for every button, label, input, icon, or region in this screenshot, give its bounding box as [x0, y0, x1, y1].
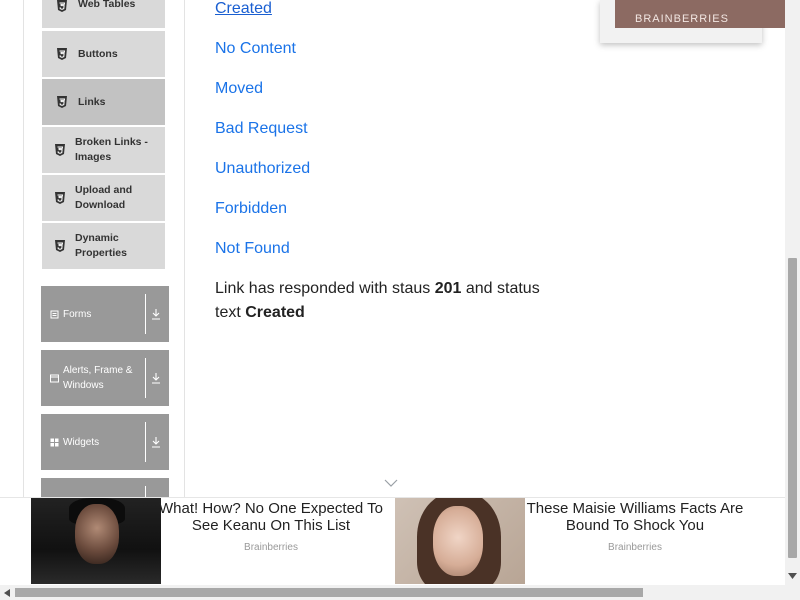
group-label: Alerts, Frame & Windows — [63, 365, 133, 391]
horizontal-scrollbar-thumb[interactable] — [15, 588, 643, 597]
sidebar-item-upload-download[interactable]: Upload and Download — [41, 174, 166, 222]
sidebar-item-label: Web Tables — [78, 0, 136, 10]
response-status-text: Created — [245, 304, 305, 321]
link-no-content[interactable]: No Content — [215, 40, 296, 58]
sidebar-item-label: Dynamic Properties — [75, 232, 127, 259]
html5-icon — [55, 144, 65, 156]
html5-icon — [55, 192, 65, 204]
ad-brand-label: BRAINBERRIES — [615, 0, 785, 28]
link-not-found[interactable]: Not Found — [215, 240, 290, 258]
link-bad-request[interactable]: Bad Request — [215, 120, 308, 138]
html5-icon — [57, 0, 67, 12]
response-prefix: Link has responded with staus — [215, 280, 431, 297]
ad-title[interactable]: What! How? No One Expected To See Keanu … — [156, 500, 386, 534]
vertical-scrollbar-thumb[interactable] — [788, 258, 797, 558]
sidebar-group-forms[interactable]: Forms — [41, 286, 169, 342]
html5-icon — [57, 96, 67, 108]
ad-source: Brainberries — [244, 542, 298, 553]
sidebar-item-links[interactable]: Links — [41, 78, 166, 126]
ad-source: Brainberries — [608, 542, 662, 553]
scroll-down-arrow-icon[interactable] — [788, 573, 797, 579]
link-forbidden[interactable]: Forbidden — [215, 200, 287, 218]
top-ad-banner[interactable]: BRAINBERRIES — [600, 0, 785, 43]
chevron-down-icon[interactable] — [384, 478, 398, 488]
link-moved[interactable]: Moved — [215, 80, 263, 98]
sidebar-group-widgets[interactable]: Widgets — [41, 414, 169, 470]
window-icon — [50, 374, 59, 382]
group-divider — [145, 422, 146, 462]
sidebar-item-dynamic-properties[interactable]: Dynamic Properties — [41, 222, 166, 270]
group-divider — [145, 358, 146, 398]
sidebar-item-label: Upload and Download — [75, 184, 133, 211]
sidebar-group-partial[interactable] — [41, 478, 169, 498]
html5-icon — [57, 48, 67, 60]
form-icon — [50, 310, 59, 318]
download-icon — [152, 309, 160, 320]
ad-title[interactable]: These Maisie Williams Facts Are Bound To… — [520, 500, 750, 534]
sidebar-item-buttons[interactable]: Buttons — [41, 30, 166, 78]
link-response-message: Link has responded with staus 201 and st… — [215, 277, 555, 325]
sidebar-item-label: Buttons — [78, 47, 118, 60]
sidebar-item-label: Links — [78, 95, 106, 108]
sidebar-item-broken-links[interactable]: Broken Links - Images — [41, 126, 166, 174]
sidebar-group-alerts[interactable]: Alerts, Frame & Windows — [41, 350, 169, 406]
response-status-code: 201 — [434, 280, 462, 297]
ad-image-maisie[interactable] — [395, 498, 525, 584]
group-divider — [145, 294, 146, 334]
grid-icon — [50, 438, 59, 446]
sidebar-item-label: Broken Links - Images — [75, 136, 148, 163]
scroll-left-arrow-icon[interactable] — [4, 589, 10, 597]
download-icon — [152, 437, 160, 448]
link-unauthorized[interactable]: Unauthorized — [215, 160, 310, 178]
ad-image-detail — [433, 506, 483, 576]
html5-icon — [55, 240, 65, 252]
link-created[interactable]: Created — [215, 0, 272, 18]
download-icon — [152, 373, 160, 384]
sidebar-item-web-tables[interactable]: Web Tables — [41, 0, 166, 29]
ad-image-keanu[interactable] — [31, 498, 161, 584]
ad-image-detail — [75, 504, 119, 564]
